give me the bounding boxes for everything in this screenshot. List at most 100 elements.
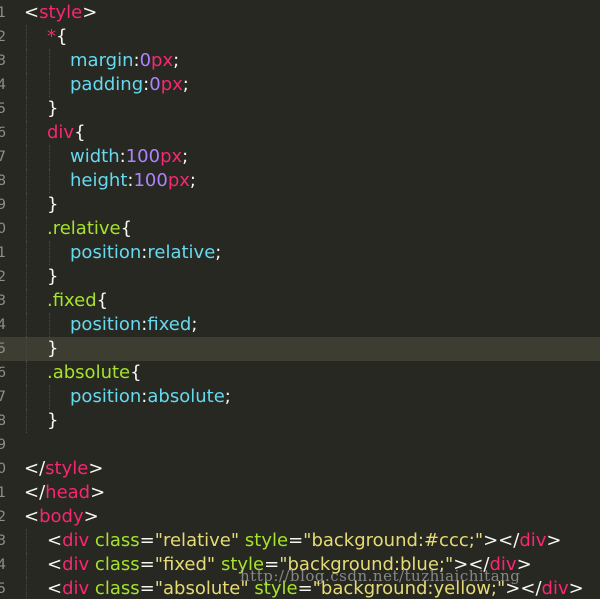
- code-token: position: [70, 386, 142, 407]
- code-text: padding:0px;: [70, 73, 189, 97]
- code-text: .fixed{: [47, 289, 108, 313]
- line-number: 1: [0, 5, 6, 21]
- code-text: position:absolute;: [70, 385, 231, 409]
- indent-guide: [26, 25, 27, 49]
- code-line[interactable]: 2 *{: [0, 25, 600, 49]
- code-token: {: [74, 122, 86, 143]
- code-text: }: [47, 193, 58, 217]
- code-text: }: [47, 265, 58, 289]
- code-line[interactable]: 2}: [0, 265, 600, 289]
- code-token: <: [24, 506, 40, 527]
- code-token: 100: [133, 170, 168, 191]
- code-line[interactable]: 6 div{: [0, 121, 600, 145]
- indent-guide: [26, 217, 27, 241]
- code-token: 0: [149, 74, 161, 95]
- code-line[interactable]: 5}: [0, 337, 600, 361]
- line-number: 0: [0, 461, 6, 477]
- code-token: .fixed: [47, 290, 97, 311]
- line-number: 5: [0, 581, 6, 597]
- code-line[interactable]: 4 position:fixed;: [0, 313, 600, 337]
- code-token: style: [45, 458, 89, 479]
- code-token: div: [62, 578, 90, 599]
- indent-guide: [26, 241, 27, 265]
- code-line[interactable]: 9}: [0, 193, 600, 217]
- code-token: ;: [182, 74, 189, 95]
- indent-guide: [26, 289, 27, 313]
- indent-guide: [26, 337, 27, 361]
- line-number: 5: [0, 341, 6, 357]
- code-line[interactable]: 6 .absolute{: [0, 361, 600, 385]
- code-token: >: [82, 2, 98, 23]
- code-token: ;: [189, 170, 196, 191]
- line-number: 9: [0, 437, 6, 453]
- code-token: </: [24, 458, 46, 479]
- code-token: relative: [147, 242, 216, 263]
- code-token: width: [70, 146, 120, 167]
- code-text: }: [47, 409, 58, 433]
- line-number: 6: [0, 365, 6, 381]
- code-text: margin:0px;: [70, 49, 179, 73]
- line-number: 7: [0, 149, 6, 165]
- code-line[interactable]: 1 </head>: [0, 481, 600, 505]
- code-line[interactable]: 7 position:absolute;: [0, 385, 600, 409]
- code-line[interactable]: 2 <body>: [0, 505, 600, 529]
- line-number: 1: [0, 485, 6, 501]
- code-token: padding: [70, 74, 144, 95]
- line-number: 2: [0, 29, 6, 45]
- code-line[interactable]: 8 height:100px;: [0, 169, 600, 193]
- code-line[interactable]: 0 </style>: [0, 457, 600, 481]
- code-token: "relative": [154, 530, 240, 551]
- code-text: </head>: [24, 481, 105, 505]
- code-token: =: [139, 554, 155, 575]
- code-token: =: [139, 530, 155, 551]
- code-text: }: [47, 97, 58, 121]
- code-token: }: [47, 410, 59, 431]
- code-line[interactable]: 0 .relative{: [0, 217, 600, 241]
- code-line[interactable]: 7 width:100px;: [0, 145, 600, 169]
- code-token: "fixed": [154, 554, 216, 575]
- code-text: div{: [47, 121, 86, 145]
- code-token: div: [62, 554, 90, 575]
- code-token: 0: [139, 50, 152, 71]
- code-token: body: [39, 506, 84, 527]
- code-token: fixed: [147, 314, 192, 335]
- code-line[interactable]: 9: [0, 433, 600, 457]
- line-number: 3: [0, 293, 6, 309]
- line-number: 1: [0, 245, 6, 261]
- code-token: *: [47, 26, 56, 47]
- code-text: .absolute{: [47, 361, 142, 385]
- code-token: ;: [191, 314, 198, 335]
- code-text: position:fixed;: [70, 313, 197, 337]
- indent-guide: [26, 529, 27, 553]
- indent-guide: [49, 49, 50, 73]
- code-text: height:100px;: [70, 169, 196, 193]
- code-token: height: [70, 170, 128, 191]
- code-line[interactable]: 1 position:relative;: [0, 241, 600, 265]
- line-number: 4: [0, 317, 6, 333]
- code-token: >: [568, 578, 584, 599]
- line-number: 2: [0, 509, 6, 525]
- code-line[interactable]: 4 padding:0px;: [0, 73, 600, 97]
- code-token: class: [94, 578, 140, 599]
- code-text: .relative{: [47, 217, 132, 241]
- code-token: {: [96, 290, 109, 311]
- watermark-text: http://blog.csdn.net/tuzhiaichitang: [240, 567, 521, 585]
- code-token: ;: [182, 146, 189, 167]
- code-line[interactable]: 5}: [0, 97, 600, 121]
- line-number: 2: [0, 269, 6, 285]
- code-editor[interactable]: 1 <style> 2 *{3 margin:0px; 4 padding:0px; 5} 6 d…: [0, 0, 600, 599]
- code-token: }: [47, 194, 59, 215]
- code-token: </: [24, 482, 46, 503]
- code-line[interactable]: 3 .fixed{: [0, 289, 600, 313]
- code-token: position: [70, 314, 142, 335]
- line-number: 6: [0, 125, 6, 141]
- code-token: <: [47, 530, 63, 551]
- code-text: <div class="relative" style="background:…: [47, 529, 562, 553]
- code-token: <: [47, 554, 63, 575]
- indent-guide: [49, 145, 50, 169]
- code-token: style: [39, 2, 83, 23]
- code-line[interactable]: 8}: [0, 409, 600, 433]
- code-line[interactable]: 3 <div class="relative" style="background…: [0, 529, 600, 553]
- code-line[interactable]: 1 <style>: [0, 1, 600, 25]
- code-line[interactable]: 3 margin:0px;: [0, 49, 600, 73]
